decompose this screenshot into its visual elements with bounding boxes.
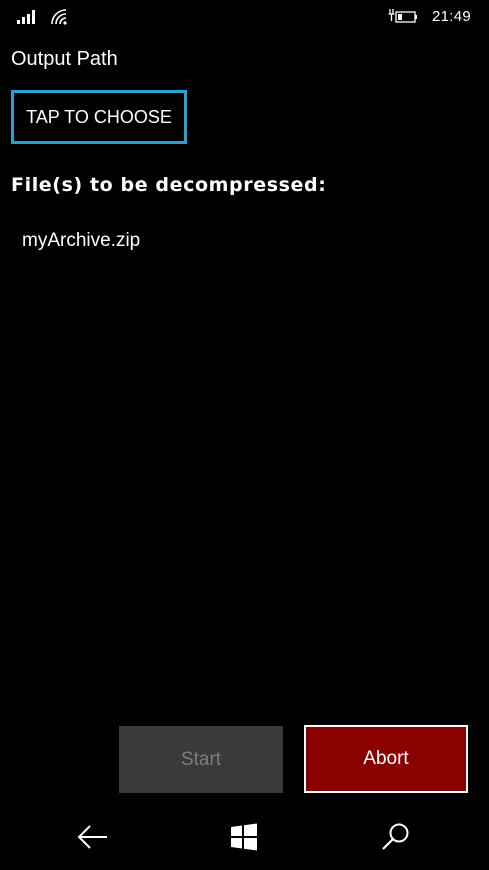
signal-icon [17,10,35,24]
battery-charging-icon [388,9,417,23]
abort-button[interactable]: Abort [304,725,468,793]
wifi-icon [51,9,67,25]
windows-icon[interactable] [230,823,258,851]
output-path-label: Output Path [11,48,118,70]
nav-bar [0,805,489,870]
back-icon[interactable] [77,823,109,851]
search-icon[interactable] [381,822,411,852]
files-heading: File(s) to be decompressed: [11,174,327,196]
status-bar: 21:49 [0,0,489,34]
clock: 21:49 [432,8,472,25]
file-item[interactable]: myArchive.zip [22,230,140,252]
choose-output-path-button[interactable]: TAP TO CHOOSE [11,90,187,144]
file-list: myArchive.zip [22,230,140,252]
start-button[interactable]: Start [119,726,283,793]
